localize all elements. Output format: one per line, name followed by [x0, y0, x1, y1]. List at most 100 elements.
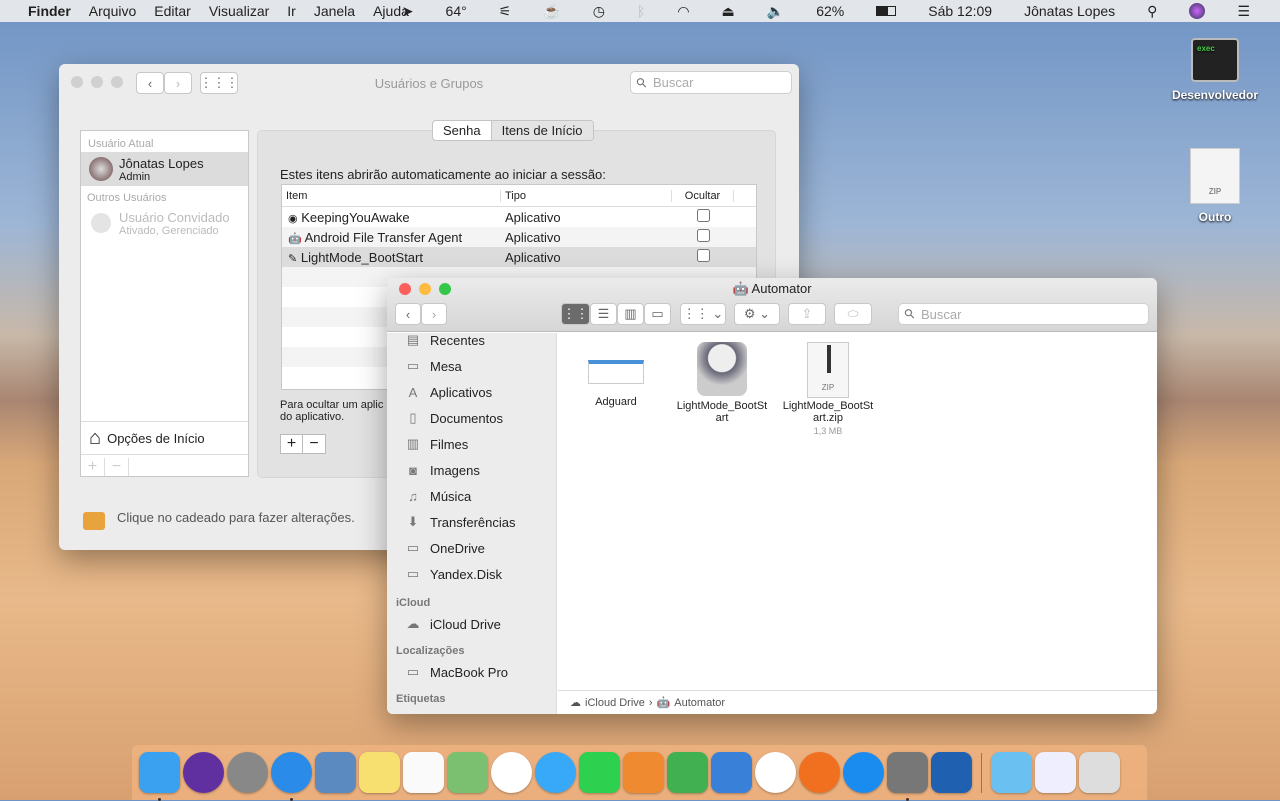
- table-row[interactable]: 🤖 Android File Transfer Agent Aplicativo: [282, 227, 756, 247]
- coffee-icon[interactable]: ☕: [543, 3, 560, 20]
- path-item[interactable]: iCloud Drive: [585, 697, 645, 709]
- dock-ibooks-icon[interactable]: [799, 752, 840, 793]
- sidebar-item[interactable]: ◙ Imagens: [387, 457, 556, 483]
- menu-ir[interactable]: Ir: [287, 3, 296, 19]
- dock-divider: [981, 752, 982, 793]
- signal-icon[interactable]: ⚟: [499, 3, 512, 20]
- list-view-button[interactable]: ☰: [590, 303, 617, 325]
- path-item[interactable]: Automator: [674, 697, 725, 709]
- add-user-button[interactable]: +: [81, 458, 105, 476]
- desktop-icon-outro[interactable]: ZIP Outro: [1160, 148, 1270, 224]
- wifi-icon[interactable]: ◠: [677, 3, 689, 20]
- dock-documento-icon[interactable]: [1035, 752, 1076, 793]
- menu-editar[interactable]: Editar: [154, 3, 191, 19]
- dock-pages-icon[interactable]: [623, 752, 664, 793]
- remove-user-button[interactable]: −: [105, 458, 129, 476]
- sidebar-item[interactable]: ☁ iCloud Drive: [387, 611, 556, 637]
- sidebar-item[interactable]: ▯ Documentos: [387, 405, 556, 431]
- dock-lixo-icon[interactable]: [1079, 752, 1120, 793]
- lock-button[interactable]: Clique no cadeado para fazer alterações.: [83, 504, 355, 530]
- dock-transfer-ncias-icon[interactable]: [991, 752, 1032, 793]
- hide-checkbox[interactable]: [696, 209, 710, 222]
- file-item[interactable]: ZIP LightMode_BootSt art.zip 1,3 MB: [779, 340, 877, 436]
- dock-lembretes-icon[interactable]: [403, 752, 444, 793]
- remove-item-button[interactable]: −: [303, 435, 325, 453]
- dock-launchpad-icon[interactable]: [227, 752, 268, 793]
- dock-itunes-icon[interactable]: [755, 752, 796, 793]
- sidebar-item[interactable]: ⬇ Transferências: [387, 509, 556, 535]
- action-gear-button[interactable]: ⚙ ⌄: [734, 303, 780, 325]
- hide-checkbox[interactable]: [696, 249, 710, 262]
- table-row[interactable]: ◉ KeepingYouAwake Aplicativo: [282, 207, 756, 227]
- search-input[interactable]: Buscar: [630, 71, 792, 94]
- dock-keynote-icon[interactable]: [711, 752, 752, 793]
- tab-senha[interactable]: Senha: [433, 121, 492, 140]
- sidebar-item[interactable]: A Aplicativos: [387, 379, 556, 405]
- time-machine-icon[interactable]: ◷: [593, 3, 605, 20]
- eject-icon[interactable]: ⏏: [722, 3, 735, 20]
- sidebar-item[interactable]: ▭ Mesa: [387, 353, 556, 379]
- file-item[interactable]: LightMode_BootSt art: [673, 340, 771, 436]
- battery-icon[interactable]: [876, 6, 897, 16]
- dock-facetime-icon[interactable]: [579, 752, 620, 793]
- file-grid: Adguard LightMode_BootSt art ZIP LightMode_…: [567, 340, 877, 436]
- dock-safari-icon[interactable]: [271, 752, 312, 801]
- menu-bar: Finder Arquivo Editar Visualizar Ir Jane…: [0, 0, 1280, 22]
- group-by-button[interactable]: ⋮⋮ ⌄: [680, 303, 726, 325]
- search-input[interactable]: Buscar: [898, 303, 1149, 325]
- menu-app-name[interactable]: Finder: [28, 3, 71, 19]
- menu-arquivo[interactable]: Arquivo: [89, 3, 136, 19]
- login-options[interactable]: ⌂ Opções de Início: [81, 421, 248, 455]
- dock-app-store-icon[interactable]: [843, 752, 884, 793]
- column-header-hide[interactable]: Ocultar: [672, 189, 734, 202]
- sidebar-item-label: Mesa: [430, 358, 462, 374]
- clock[interactable]: Sáb 12:09: [928, 3, 992, 19]
- notification-center-icon[interactable]: ☰: [1237, 3, 1250, 20]
- dock-prefer-ncias-do-sistema-icon[interactable]: [887, 752, 928, 801]
- folder-icon: ▭: [406, 540, 420, 555]
- hide-checkbox[interactable]: [696, 229, 710, 242]
- sidebar-item[interactable]: ▭ OneDrive: [387, 535, 556, 561]
- gallery-view-button[interactable]: ▭: [644, 303, 671, 325]
- file-item[interactable]: Adguard: [567, 340, 665, 436]
- adguard-screenshot-icon: [567, 360, 665, 384]
- icon-view-button[interactable]: ⋮⋮: [561, 303, 590, 325]
- dock-mail-icon[interactable]: [315, 752, 356, 793]
- back-button[interactable]: ‹: [395, 303, 421, 325]
- tab-itens-de-inicio[interactable]: Itens de Início: [491, 121, 593, 140]
- battery-percent[interactable]: 62%: [816, 3, 844, 19]
- column-header-type[interactable]: Tipo: [501, 189, 672, 202]
- dock-numbers-icon[interactable]: [667, 752, 708, 793]
- menu-visualizar[interactable]: Visualizar: [209, 3, 269, 19]
- user-guest[interactable]: Usuário Convidado Ativado, Gerenciado: [81, 206, 248, 240]
- table-row[interactable]: ✎ LightMode_BootStart Aplicativo: [282, 247, 756, 267]
- forward-button[interactable]: ›: [421, 303, 447, 325]
- add-item-button[interactable]: +: [281, 435, 303, 453]
- dock-finder-icon[interactable]: [139, 752, 180, 801]
- bluetooth-icon[interactable]: ᛒ: [637, 3, 645, 19]
- siri-icon[interactable]: [1189, 3, 1206, 19]
- dock-siri-icon[interactable]: [183, 752, 224, 793]
- sidebar-item[interactable]: ▭ Yandex.Disk: [387, 561, 556, 587]
- spotlight-icon[interactable]: ⚲: [1147, 3, 1157, 20]
- share-button[interactable]: ⇪: [788, 303, 826, 325]
- sidebar-item[interactable]: ▥ Filmes: [387, 431, 556, 457]
- dock-notas-icon[interactable]: [359, 752, 400, 793]
- tags-button[interactable]: ⬭: [834, 303, 872, 325]
- desktop-icon-desenvolvedor[interactable]: exec Desenvolvedor: [1160, 38, 1270, 102]
- user-name[interactable]: Jônatas Lopes: [1024, 3, 1115, 19]
- sidebar-item[interactable]: ▤ Recentes: [387, 333, 556, 353]
- dock-mensagens-icon[interactable]: [535, 752, 576, 793]
- dock-fotos-icon[interactable]: [491, 752, 532, 793]
- column-view-button[interactable]: ▥: [617, 303, 644, 325]
- menu-janela[interactable]: Janela: [314, 3, 355, 19]
- dock-rosetta-stone-icon[interactable]: [931, 752, 972, 793]
- weather-temp[interactable]: 64°: [446, 3, 467, 19]
- column-header-item[interactable]: Item: [282, 189, 501, 202]
- dock-mapas-icon[interactable]: [447, 752, 488, 793]
- volume-icon[interactable]: 🔈: [767, 3, 784, 20]
- user-current[interactable]: Jônatas Lopes Admin: [81, 152, 248, 186]
- sidebar-item[interactable]: ▭ MacBook Pro: [387, 659, 556, 685]
- location-icon[interactable]: ➤: [402, 3, 414, 20]
- sidebar-item[interactable]: ♫ Música: [387, 483, 556, 509]
